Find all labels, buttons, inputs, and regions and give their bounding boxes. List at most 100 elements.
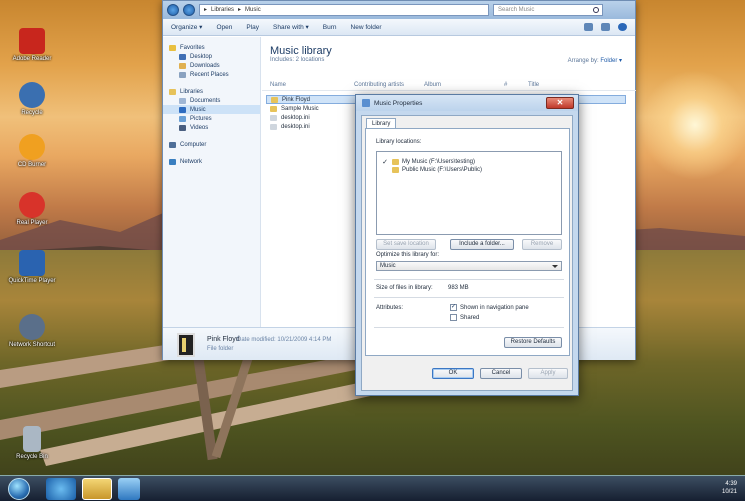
- nav-recent-places[interactable]: Recent Places: [163, 70, 260, 79]
- clock-time[interactable]: 4:39: [725, 481, 737, 487]
- star-icon: [169, 44, 176, 51]
- nav-label: Documents: [190, 97, 221, 104]
- library-locations-list: ✓ My Music (F:\Users\testing) Public Mus…: [376, 151, 562, 235]
- details-type: File folder: [207, 346, 234, 352]
- folder-icon: [271, 96, 278, 103]
- documents-icon: [179, 97, 186, 104]
- folder-icon: [392, 159, 399, 165]
- media-player-icon[interactable]: [118, 478, 140, 500]
- desktop-icon-quicktime[interactable]: QuickTime Player: [6, 250, 58, 285]
- details-name: Pink Floyd: [207, 336, 240, 343]
- preview-pane-icon[interactable]: [601, 23, 610, 31]
- back-button[interactable]: [167, 4, 179, 16]
- location-text: Public Music (F:\Users\Public): [402, 167, 483, 173]
- folder-icon: ▸: [204, 7, 208, 13]
- dialog-body: Library Library locations: ✓ My Music (F…: [361, 115, 573, 391]
- help-icon[interactable]: [618, 23, 627, 31]
- location-item[interactable]: Public Music (F:\Users\Public): [377, 166, 561, 174]
- recent-places-icon: [179, 71, 186, 78]
- open-button[interactable]: Open: [216, 24, 232, 31]
- share-with-button[interactable]: Share with ▾: [273, 23, 309, 31]
- desktop-icon-label: Adobe Reader: [12, 56, 52, 62]
- nav-label: Desktop: [190, 53, 213, 60]
- divider: [374, 327, 564, 328]
- nav-label: Downloads: [190, 62, 220, 69]
- set-save-location-button[interactable]: Set save location: [376, 239, 436, 250]
- search-icon: [593, 7, 599, 13]
- organize-button[interactable]: Organize ▾: [171, 23, 202, 31]
- include-folder-button[interactable]: Include a folder...: [450, 239, 514, 250]
- recycle-icon: [19, 82, 45, 108]
- shared-label: Shared: [460, 315, 480, 321]
- optimize-value: Music: [380, 263, 396, 269]
- nav-libraries[interactable]: Libraries: [163, 87, 260, 96]
- divider: [374, 279, 564, 280]
- file-name: Pink Floyd: [282, 96, 311, 103]
- breadcrumb-music[interactable]: Music: [245, 5, 261, 15]
- settings-file-icon: [270, 114, 277, 121]
- show-in-nav-checkbox[interactable]: ✓: [450, 304, 457, 311]
- breadcrumb-libraries[interactable]: Libraries: [211, 5, 234, 15]
- column-name[interactable]: Name: [270, 82, 286, 88]
- desktop-icon: [179, 53, 186, 60]
- desktop-icon-recycle[interactable]: Recycle: [6, 82, 58, 117]
- desktop-icon-network-shortcut[interactable]: Network Shortcut: [6, 314, 58, 349]
- play-button[interactable]: Play: [246, 24, 259, 31]
- restore-defaults-button[interactable]: Restore Defaults: [504, 337, 562, 348]
- cancel-button[interactable]: Cancel: [480, 368, 522, 379]
- start-button[interactable]: [8, 478, 30, 500]
- desktop-icon-adobe-reader[interactable]: Adobe Reader: [6, 28, 58, 63]
- settings-file-icon: [270, 123, 277, 130]
- ok-button[interactable]: OK: [432, 368, 474, 379]
- shared-checkbox[interactable]: [450, 314, 457, 321]
- nav-documents[interactable]: Documents: [163, 96, 260, 105]
- view-options-icon[interactable]: [584, 23, 593, 31]
- nav-music[interactable]: Music: [163, 105, 260, 114]
- desktop-icon-label: CD Burner: [17, 162, 47, 168]
- optimize-label: Optimize this library for:: [376, 252, 440, 258]
- attributes-label: Attributes:: [376, 305, 404, 311]
- dialog-title: Music Properties: [374, 99, 423, 107]
- forward-button[interactable]: [183, 4, 195, 16]
- optimize-select[interactable]: Music: [376, 261, 562, 271]
- file-explorer-icon[interactable]: [82, 478, 112, 500]
- arrange-by-dropdown[interactable]: Folder ▾: [600, 58, 622, 64]
- nav-network[interactable]: Network: [163, 157, 260, 166]
- column-headers: Name Contributing artists Album # Title: [262, 81, 636, 91]
- burn-button[interactable]: Burn: [323, 24, 337, 31]
- nav-label: Music: [190, 106, 206, 113]
- address-bar[interactable]: ▸ Libraries ▸ Music: [199, 4, 489, 16]
- apply-button[interactable]: Apply: [528, 368, 568, 379]
- pictures-icon: [179, 115, 186, 122]
- desktop-icon-cd-burner[interactable]: CD Burner: [6, 134, 58, 169]
- location-item[interactable]: ✓ My Music (F:\Users\testing): [377, 158, 561, 166]
- column-title[interactable]: Title: [528, 82, 539, 88]
- nav-desktop[interactable]: Desktop: [163, 52, 260, 61]
- desktop-icon-real-player[interactable]: Real Player: [6, 192, 58, 227]
- column-artists[interactable]: Contributing artists: [354, 82, 404, 88]
- search-input[interactable]: Search Music: [493, 4, 603, 16]
- libraries-icon: [169, 88, 176, 95]
- clock-date[interactable]: 10/21: [722, 489, 737, 495]
- taskbar: 4:39 10/21: [0, 475, 745, 501]
- folder-icon: [270, 105, 277, 112]
- close-button[interactable]: ✕: [546, 97, 574, 109]
- nav-favorites[interactable]: Favorites: [163, 43, 260, 52]
- library-locations-label: Library locations:: [376, 139, 422, 145]
- nav-pictures[interactable]: Pictures: [163, 114, 260, 123]
- system-tray: 4:39 10/21: [722, 480, 737, 496]
- folder-icon: [392, 167, 399, 173]
- column-number[interactable]: #: [504, 82, 507, 88]
- explorer-toolbar: Organize ▾ Open Play Share with ▾ Burn N…: [163, 19, 635, 36]
- internet-explorer-icon[interactable]: [46, 478, 76, 500]
- dialog-titlebar[interactable]: Music Properties: [356, 95, 578, 111]
- desktop-icon-recycle-bin[interactable]: Recycle Bin: [6, 426, 58, 461]
- nav-videos[interactable]: Videos: [163, 123, 260, 132]
- column-album[interactable]: Album: [424, 82, 441, 88]
- remove-button[interactable]: Remove: [522, 239, 562, 250]
- computer-icon: [169, 141, 176, 148]
- nav-downloads[interactable]: Downloads: [163, 61, 260, 70]
- new-folder-button[interactable]: New folder: [351, 24, 382, 31]
- size-value: 983 MB: [448, 285, 469, 291]
- nav-computer[interactable]: Computer: [163, 140, 260, 149]
